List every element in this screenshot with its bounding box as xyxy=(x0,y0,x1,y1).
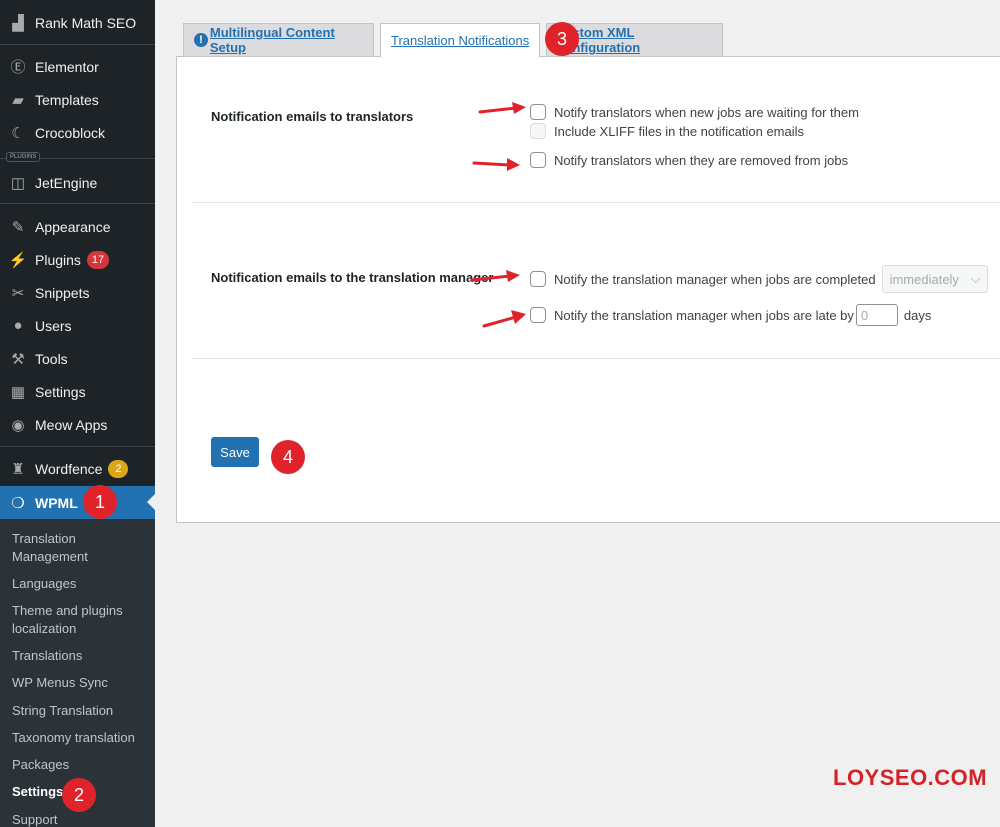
sidebar-item-jetengine[interactable]: ◫ JetEngine xyxy=(0,166,155,199)
chevron-down-icon: ⌵ xyxy=(970,271,981,286)
red-arrow-icon xyxy=(470,270,520,282)
submenu-item-theme-plugins-localization[interactable]: Theme and plugins localization xyxy=(12,602,150,638)
red-arrow-icon xyxy=(472,158,520,171)
option-include-xliff: Include XLIFF files in the notification … xyxy=(530,123,804,139)
option-label: Notify the translation manager when jobs… xyxy=(554,271,876,287)
step-marker-2: 2 xyxy=(62,778,96,812)
user-icon: ● xyxy=(13,317,23,334)
submenu-item-support[interactable]: Support xyxy=(12,811,150,827)
sidebar-item-rank-math[interactable]: ▟ Rank Math SEO xyxy=(0,6,155,39)
notify-removed-checkbox[interactable] xyxy=(530,152,546,168)
sidebar-item-label: Users xyxy=(35,317,72,334)
notify-completed-checkbox[interactable] xyxy=(530,271,546,287)
sidebar-item-label: WPML xyxy=(35,494,78,511)
info-icon: ! xyxy=(194,33,208,47)
submenu-item-packages[interactable]: Packages xyxy=(12,756,150,774)
folder-icon: ▰ xyxy=(12,91,24,109)
tab-label: Multilingual Content Setup xyxy=(209,25,335,55)
current-menu-arrow xyxy=(147,494,155,510)
plug-icon: ⚡ xyxy=(8,251,28,269)
sidebar-item-templates[interactable]: ▰ Templates xyxy=(0,83,155,116)
select-value: immediately xyxy=(889,271,959,287)
elementor-icon: Ⓔ xyxy=(10,59,26,76)
manager-section-label: Notification emails to the translation m… xyxy=(211,270,494,285)
sidebar-item-snippets[interactable]: ✂ Snippets xyxy=(0,276,155,309)
option-label: Include XLIFF files in the notification … xyxy=(554,123,805,139)
sidebar-item-wpml[interactable]: ❍ WPML xyxy=(0,486,155,519)
step-marker-4: 4 xyxy=(271,440,305,474)
days-label: days xyxy=(903,307,932,323)
option-notify-removed: Notify translators when they are removed… xyxy=(530,152,848,168)
section-divider xyxy=(192,358,1000,359)
sidebar-item-users[interactable]: ● Users xyxy=(0,309,155,342)
submenu-item-languages[interactable]: Languages xyxy=(12,575,150,593)
sidebar-item-label: Rank Math SEO xyxy=(35,14,137,31)
sidebar-item-meow-apps[interactable]: ◉ Meow Apps xyxy=(0,408,155,441)
wordfence-icon: ♜ xyxy=(11,460,25,478)
crocoblock-icon: ☾ xyxy=(11,124,25,142)
sidebar-item-settings[interactable]: ▦ Settings xyxy=(0,375,155,408)
meow-apps-icon: ◉ xyxy=(11,416,25,434)
tab-label: Translation Notifications xyxy=(391,33,530,48)
red-arrow-icon xyxy=(478,102,526,114)
sidebar-item-plugins[interactable]: ⚡ Plugins 17 xyxy=(0,243,155,276)
completed-frequency-select[interactable]: immediately ⌵ xyxy=(881,265,988,293)
sidebar-separator xyxy=(0,446,155,447)
submenu-item-taxonomy-translation[interactable]: Taxonomy translation xyxy=(12,729,150,747)
option-label: Notify translators when new jobs are wai… xyxy=(554,104,859,120)
rank-math-icon: ▟ xyxy=(12,14,24,32)
admin-sidebar: ▟ Rank Math SEO Ⓔ Elementor ▰ Templates … xyxy=(0,0,155,827)
watermark: LOYSEO.COM xyxy=(833,765,988,790)
option-notify-late: Notify the translation manager when jobs… xyxy=(530,304,931,326)
step-marker-3: 3 xyxy=(545,22,579,56)
sidebar-item-appearance[interactable]: ✎ Appearance xyxy=(0,210,155,243)
red-arrow-icon xyxy=(482,310,526,328)
section-divider xyxy=(192,202,1000,203)
sidebar-separator xyxy=(0,203,155,204)
late-days-input[interactable]: 0 xyxy=(855,304,898,326)
tab-translation-notifications[interactable]: Translation Notifications xyxy=(380,23,540,57)
sidebar-item-tools[interactable]: ⚒ Tools xyxy=(0,342,155,375)
option-label: Notify translators when they are removed… xyxy=(554,152,849,168)
tab-label: Custom XML Configuration xyxy=(555,25,641,55)
step-marker-1: 1 xyxy=(83,485,117,519)
sliders-icon: ▦ xyxy=(10,383,26,401)
tab-multilingual-content-setup[interactable]: ! Multilingual Content Setup xyxy=(183,23,374,56)
sidebar-item-label: Crocoblock xyxy=(35,124,106,141)
option-notify-waiting: Notify translators when new jobs are wai… xyxy=(530,104,859,120)
submenu-item-translations[interactable]: Translations xyxy=(12,647,150,665)
option-notify-completed: Notify the translation manager when jobs… xyxy=(530,265,988,293)
scissors-icon: ✂ xyxy=(11,284,25,302)
sidebar-item-label: Elementor xyxy=(35,58,99,75)
sidebar-item-wordfence[interactable]: ♜ Wordfence 2 xyxy=(0,452,155,485)
sidebar-item-label: Wordfence xyxy=(35,460,103,477)
translators-section-label: Notification emails to translators xyxy=(211,109,414,124)
sidebar-item-label: Settings xyxy=(35,383,86,400)
paintbrush-icon: ✎ xyxy=(11,218,25,236)
plugins-tag: PLUGINS xyxy=(6,152,41,162)
sidebar-item-label: Snippets xyxy=(35,284,90,301)
save-button[interactable]: Save xyxy=(211,437,259,467)
wrench-icon: ⚒ xyxy=(11,350,25,368)
submenu-item-wp-menus-sync[interactable]: WP Menus Sync xyxy=(12,674,150,692)
jetengine-icon: ◫ xyxy=(10,174,26,192)
submenu-item-translation-management[interactable]: Translation Management xyxy=(12,530,150,566)
sidebar-separator xyxy=(0,44,155,45)
sidebar-item-crocoblock[interactable]: ☾ Crocoblock xyxy=(0,116,155,149)
option-label: Notify the translation manager when jobs… xyxy=(554,307,854,323)
sidebar-item-label: JetEngine xyxy=(35,174,98,191)
submenu-item-string-translation[interactable]: String Translation xyxy=(12,702,150,720)
sidebar-item-elementor[interactable]: Ⓔ Elementor xyxy=(0,50,155,83)
sidebar-item-label: Appearance xyxy=(35,218,111,235)
sidebar-item-label: Plugins xyxy=(35,251,81,268)
sidebar-item-label: Meow Apps xyxy=(35,416,108,433)
notify-waiting-checkbox[interactable] xyxy=(530,104,546,120)
notify-late-checkbox[interactable] xyxy=(530,307,546,323)
sidebar-item-label: Templates xyxy=(35,91,99,108)
update-count-badge: 2 xyxy=(108,459,129,478)
sidebar-item-label: Tools xyxy=(35,350,68,367)
update-count-badge: 17 xyxy=(86,250,110,269)
wpml-icon: ❍ xyxy=(11,494,25,512)
include-xliff-checkbox[interactable] xyxy=(530,123,546,139)
